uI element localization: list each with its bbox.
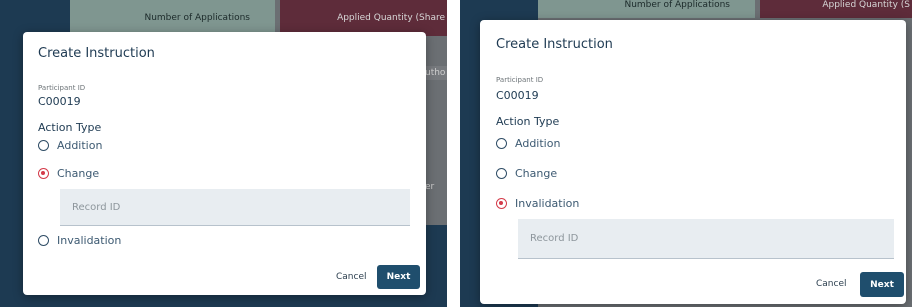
dialog-title: Create Instruction [496,37,613,52]
screenshot-invalidation-selected: Number of Applications Applied Quantity … [460,0,912,307]
radio-option-change[interactable]: Change [496,167,557,180]
radio-circle[interactable] [38,140,49,151]
participant-id-value: C00019 [38,95,81,108]
background-column-header: Number of Applications [70,0,275,36]
record-id-input[interactable] [60,189,410,226]
screenshot-change-selected: Number of Applications Applied Quantity … [0,0,447,307]
radio-label: Invalidation [515,197,580,210]
create-instruction-dialog: Create Instruction Participant ID C00019… [23,32,426,295]
background-column-header: Applied Quantity (Share [280,0,447,36]
cancel-button[interactable]: Cancel [816,279,847,289]
background-cell-text: er [425,182,435,192]
radio-label: Change [515,167,558,180]
radio-label: Invalidation [57,234,122,247]
dialog-title: Create Instruction [38,46,155,61]
radio-option-addition[interactable]: Addition [38,139,102,152]
radio-circle[interactable] [496,168,507,179]
radio-option-invalidation[interactable]: Invalidation [496,197,579,210]
next-button[interactable]: Next [377,265,420,289]
radio-label: Addition [515,137,561,150]
participant-id-label: Participant ID [496,76,544,84]
radio-circle-selected[interactable] [496,198,507,209]
radio-option-change[interactable]: Change [38,167,99,180]
radio-circle[interactable] [38,235,49,246]
background-column-header: Number of Applications [538,0,755,18]
participant-id-value: C00019 [496,89,539,102]
action-type-label: Action Type [38,121,102,134]
radio-circle-selected[interactable] [38,168,49,179]
radio-label: Addition [57,139,103,152]
background-column-header: Applied Quantity (S [760,0,912,18]
create-instruction-dialog: Create Instruction Participant ID C00019… [480,20,906,304]
radio-circle[interactable] [496,138,507,149]
action-type-label: Action Type [496,115,560,128]
radio-label: Change [57,167,100,180]
background-cell-text: utho [425,66,447,80]
record-id-input[interactable] [518,219,894,259]
participant-id-label: Participant ID [38,84,86,92]
radio-option-invalidation[interactable]: Invalidation [38,234,121,247]
radio-option-addition[interactable]: Addition [496,137,560,150]
next-button[interactable]: Next [860,272,904,297]
cancel-button[interactable]: Cancel [336,272,367,282]
